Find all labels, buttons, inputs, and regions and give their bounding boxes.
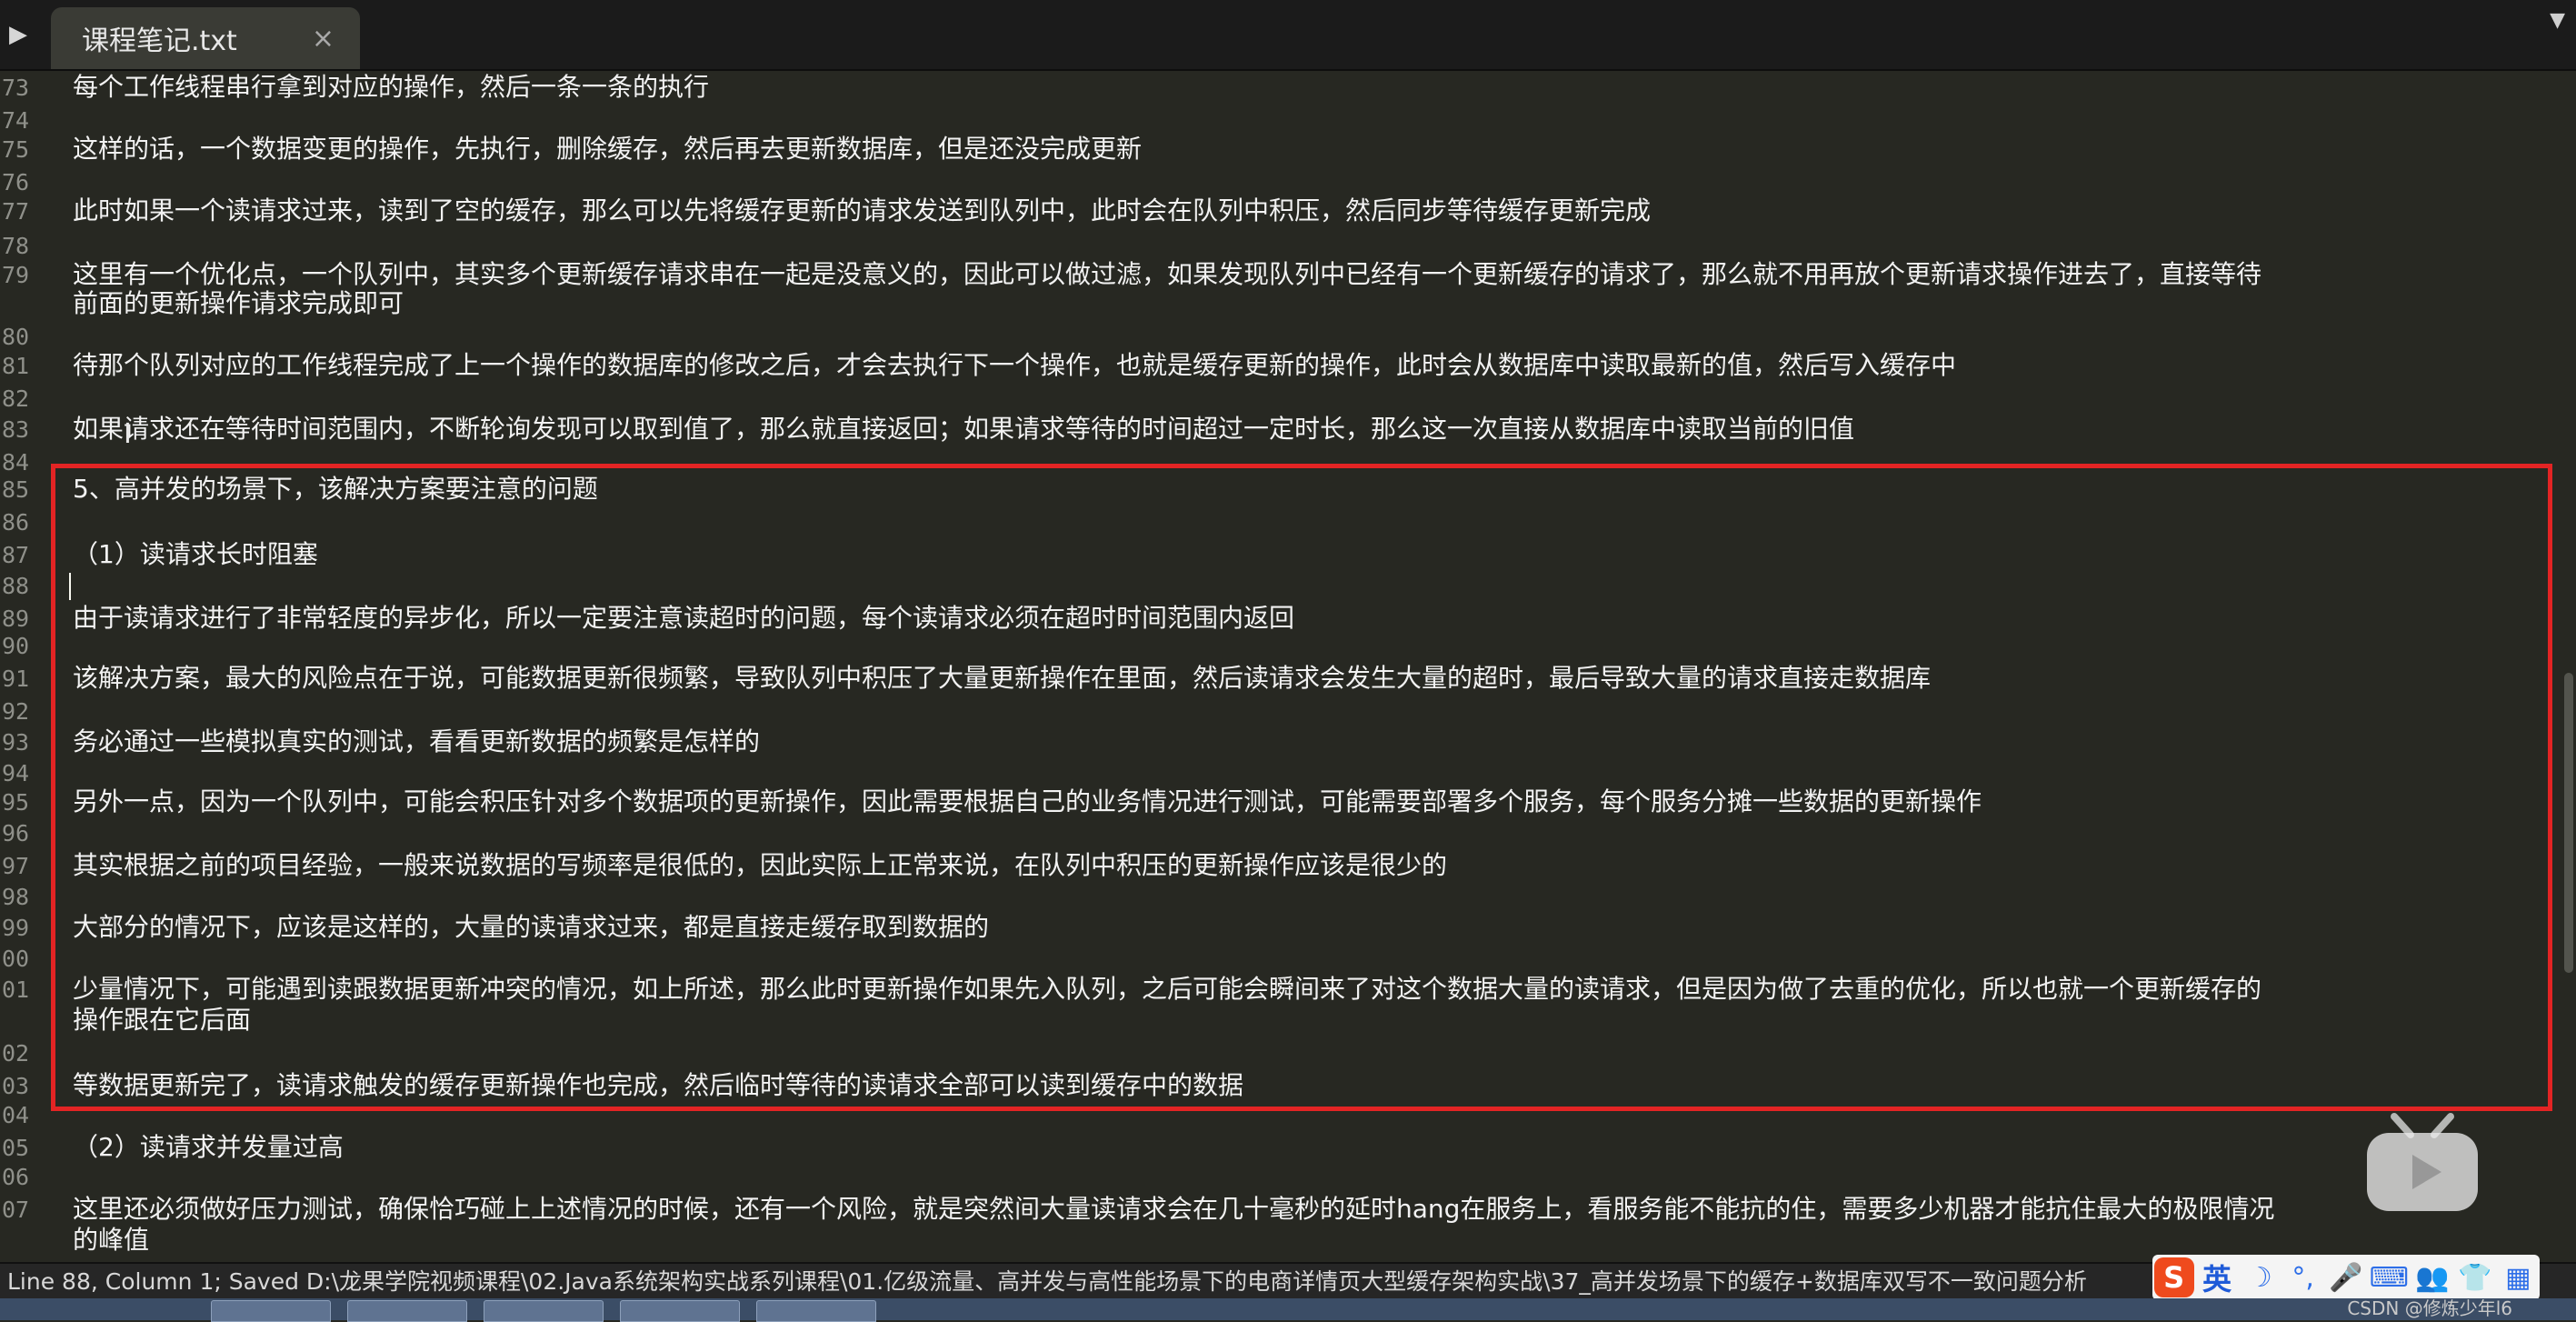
editor-line[interactable]: 75 这样的话，一个数据变更的操作，先执行，删除缓存，然后再去更新数据库，但是还没… — [0, 133, 2576, 165]
tab-title: 课程笔记.txt — [82, 25, 237, 57]
editor-line[interactable]: 81 待那个队列对应的工作线程完成了上一个操作的数据库的修改之后，才会去执行下一个… — [0, 349, 2576, 382]
highlight-annotation-box — [51, 464, 2552, 1111]
video-player-logo-icon — [2367, 1113, 2478, 1211]
line-text: 前面的更新操作请求完成即可 — [73, 288, 404, 318]
ime-language-toggle[interactable]: 英 — [2197, 1257, 2237, 1297]
line-text: 这里有一个优化点，一个队列中，其实多个更新缓存请求串在一起是没意义的，因此可以做… — [73, 259, 2262, 289]
keyboard-icon[interactable]: ⌨ — [2369, 1257, 2409, 1297]
line-number: 04 — [2, 1101, 30, 1128]
line-number: 88 — [2, 572, 30, 599]
line-text: 如果请求还在等待时间范围内，不断轮询发现可以取到值了，那么就直接返回；如果请求等… — [73, 414, 1855, 444]
line-text: 每个工作线程串行拿到对应的操作，然后一条一条的执行 — [73, 72, 710, 102]
line-number: 87 — [2, 541, 30, 568]
line-number: 07 — [2, 1196, 30, 1223]
editor-line[interactable]: 77 此时如果一个读请求过来，读到了空的缓存，那么可以先将缓存更新的请求发送到队列… — [0, 195, 2576, 227]
status-text: Line 88, Column 1; Saved D:\龙果学院视频课程\02.… — [7, 1268, 2087, 1295]
editor-line[interactable]: 83 如果请求还在等待时间范围内，不断轮询发现可以取到值了，那么就直接返回；如果请… — [0, 413, 2576, 446]
microphone-icon[interactable]: 🎤 — [2326, 1257, 2366, 1297]
scrollbar-thumb[interactable] — [2564, 673, 2573, 973]
line-number: 75 — [2, 135, 30, 163]
line-number: 81 — [2, 352, 30, 379]
line-number: 89 — [2, 605, 30, 632]
os-taskbar — [0, 1298, 2576, 1322]
line-number: 74 — [2, 106, 30, 134]
grid-menu-icon[interactable]: ▦ — [2498, 1257, 2538, 1297]
line-number: 01 — [2, 976, 30, 1003]
line-text: 这样的话，一个数据变更的操作，先执行，删除缓存，然后再去更新数据库，但是还没完成… — [73, 134, 1143, 164]
mouse-ibeam-icon: I — [124, 418, 132, 450]
line-number: 77 — [2, 197, 30, 225]
taskbar-app-button[interactable] — [756, 1300, 876, 1322]
sidebar-toggle-icon[interactable]: ▶ — [0, 0, 36, 69]
editor-line[interactable]: 76 — [0, 165, 2576, 198]
watermark-text: CSDN @修炼少年l6 — [2347, 1297, 2512, 1319]
line-number: 86 — [2, 508, 30, 536]
line-number: 78 — [2, 232, 30, 259]
line-number: 06 — [2, 1163, 30, 1190]
ime-toolbar[interactable]: S 英 ☽ °, 🎤 ⌨ 👥 👕 ▦ — [2152, 1255, 2540, 1300]
editor-line[interactable]: 06 — [0, 1160, 2576, 1193]
line-number: 80 — [2, 323, 30, 350]
line-number: 76 — [2, 168, 30, 195]
line-number: 96 — [2, 819, 30, 846]
users-icon[interactable]: 👥 — [2412, 1257, 2452, 1297]
line-text: 的峰值 — [73, 1225, 150, 1255]
skin-icon[interactable]: 👕 — [2455, 1257, 2495, 1297]
sogou-logo-icon[interactable]: S — [2153, 1257, 2194, 1297]
line-number: 83 — [2, 416, 30, 443]
line-text: 这里还必须做好压力测试，确保恰巧碰上上述情况的时候，还有一个风险，就是突然间大量… — [73, 1194, 2275, 1224]
line-number: 00 — [2, 945, 30, 972]
editor-line[interactable]: 05 （2）读请求并发量过高 — [0, 1131, 2576, 1164]
taskbar-app-button[interactable] — [484, 1300, 604, 1322]
line-number: 91 — [2, 665, 30, 692]
line-number: 94 — [2, 759, 30, 786]
editor-line[interactable]: 73 每个工作线程串行拿到对应的操作，然后一条一条的执行 — [0, 71, 2576, 104]
line-number: 95 — [2, 788, 30, 816]
editor-line[interactable]: 80 — [0, 320, 2576, 353]
tab-bar: ▶ 课程笔记.txt × ▼ — [0, 0, 2576, 71]
line-text: （2）读请求并发量过高 — [73, 1132, 344, 1162]
line-number: 85 — [2, 476, 30, 503]
line-number: 03 — [2, 1072, 30, 1099]
line-number: 05 — [2, 1134, 30, 1161]
line-text: 待那个队列对应的工作线程完成了上一个操作的数据库的修改之后，才会去执行下一个操作… — [73, 350, 1957, 380]
chevron-down-icon[interactable]: ▼ — [2550, 9, 2565, 32]
punctuation-icon[interactable]: °, — [2283, 1257, 2323, 1297]
close-icon[interactable]: × — [312, 23, 334, 55]
line-text: 此时如果一个读请求过来，读到了空的缓存，那么可以先将缓存更新的请求发送到队列中，… — [73, 195, 1652, 225]
line-number: 84 — [2, 448, 30, 476]
editor-line[interactable]: 78 — [0, 229, 2576, 262]
editor-line[interactable]: 07 这里还必须做好压力测试，确保恰巧碰上上述情况的时候，还有一个风险，就是突然间… — [0, 1193, 2576, 1226]
editor-line[interactable]: 82 — [0, 382, 2576, 415]
vertical-scrollbar[interactable] — [2561, 71, 2576, 1262]
line-number: 99 — [2, 914, 30, 941]
line-number: 90 — [2, 632, 30, 659]
moon-icon[interactable]: ☽ — [2240, 1257, 2280, 1297]
line-number: 79 — [2, 261, 30, 288]
line-number: 02 — [2, 1039, 30, 1067]
line-number: 73 — [2, 74, 30, 101]
editor-line[interactable]: 74 — [0, 104, 2576, 136]
tab-course-notes[interactable]: 课程笔记.txt × — [51, 7, 360, 69]
editor-line[interactable]: 79 这里有一个优化点，一个队列中，其实多个更新缓存请求串在一起是没意义的，因此可… — [0, 258, 2576, 291]
editor-line[interactable]: 的峰值 — [0, 1224, 2576, 1257]
taskbar-app-button[interactable] — [211, 1300, 331, 1322]
taskbar-app-button[interactable] — [620, 1300, 740, 1322]
line-number: 98 — [2, 883, 30, 910]
line-number: 93 — [2, 728, 30, 756]
line-number: 82 — [2, 385, 30, 412]
line-number: 97 — [2, 852, 30, 879]
line-number: 92 — [2, 697, 30, 725]
taskbar-app-button[interactable] — [347, 1300, 467, 1322]
editor-line[interactable]: 前面的更新操作请求完成即可 — [0, 287, 2576, 320]
